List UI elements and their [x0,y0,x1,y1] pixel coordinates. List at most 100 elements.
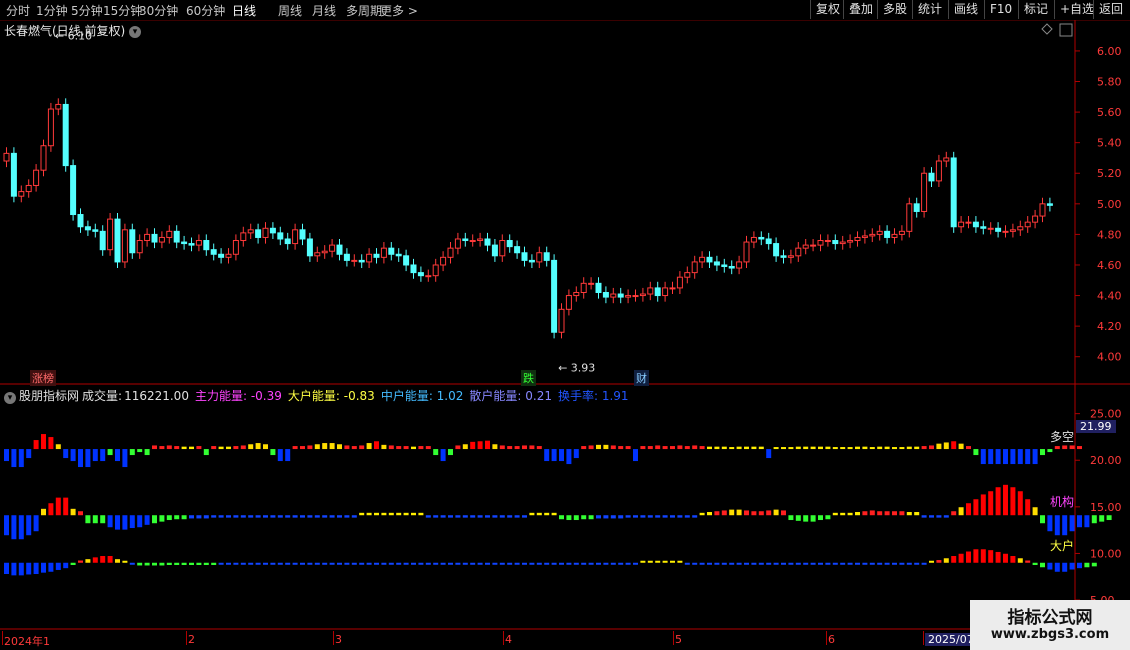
candle [447,247,454,258]
chevron-down-icon[interactable]: ▾ [4,392,16,404]
candle [25,184,32,193]
jigou-bar [536,512,542,516]
main-chart[interactable]: ← 6.10 ← 3.93 6.00 5.80 5.60 5.40 5.20 5.00 4.8… [0,20,1130,650]
jigou-bar [337,515,342,518]
toolbar-button-1[interactable]: 叠加 [843,0,878,19]
jigou-bar [26,515,32,536]
candle [965,221,972,224]
jigou-bar [692,515,698,518]
dahu-bar [729,562,735,565]
duokong-bar [1077,446,1082,450]
duokong-bar [63,449,69,459]
dahu-bar [226,562,231,565]
duokong-bar [677,445,683,450]
timeframe-tab-6[interactable]: 日线 [232,2,256,19]
jigou-bar [433,515,439,518]
candle [70,165,77,216]
jigou-bar [85,515,91,524]
toolbar-button-6[interactable]: 标记 [1018,0,1053,19]
candle [1017,226,1024,231]
toolbar-button-5[interactable]: F10 [984,0,1017,19]
timeframe-tab-8[interactable]: 月线 [312,2,336,19]
jigou-bar [847,512,853,516]
duokong-bar [721,446,727,450]
dahu-bar [914,562,920,565]
duokong-bar [766,449,772,459]
timeframe-tab-5[interactable]: 60分钟 [186,2,225,19]
dahu-bar [322,562,328,565]
toolbar-button-0[interactable]: 复权 [810,0,845,19]
candle [810,244,817,247]
event-zhangbang[interactable]: 涨榜 [30,370,56,386]
candle [787,255,794,258]
event-die[interactable]: 跌 [521,370,536,386]
dahu-bar [144,562,150,566]
candle [514,246,521,254]
duokong-bar [899,447,905,450]
timeframe-tab-0[interactable]: 分时 [6,2,30,19]
duokong-bar [499,445,505,450]
duokong-bar [692,445,698,450]
toolbar-button-2[interactable]: 多股 [877,0,912,19]
timeframe-tab-10[interactable]: 更多 > [380,2,418,19]
candle [662,287,669,297]
jigou-bar [4,515,9,536]
candle [114,218,121,263]
duokong-bar [758,446,764,450]
duokong-bar [618,446,624,450]
timeframe-tab-4[interactable]: 30分钟 [139,2,178,19]
dahu-bar [48,562,54,572]
duokong-bar [795,446,801,450]
toolbar-button-3[interactable]: 统计 [912,0,947,19]
timeframe-tab-9[interactable]: 多周期 [346,2,382,19]
toolbar-button-8[interactable]: 返回 [1093,0,1128,19]
big-energy: 大户能量: -0.83 [287,389,375,403]
jigou-bar [166,515,172,521]
duokong-bar [914,446,920,450]
duokong-bar [374,441,379,450]
candle [158,236,165,243]
timeframe-tab-7[interactable]: 周线 [278,2,302,19]
dahu-bar [536,562,542,565]
jigou-bar [440,515,446,518]
duokong-bar [485,440,490,450]
dahu-bar [41,562,46,573]
duokong-bar [270,449,276,456]
candle [462,238,469,242]
candle [292,229,299,245]
dahu-bar [936,560,942,563]
dahu-bar [263,562,268,565]
dahu-bar [255,562,261,565]
duokong-bar [966,446,971,450]
indicator-header: ▾ 股朋指标网 成交量: 116221.00 主力能量: -0.39 大户能量: -0.8… [4,387,635,404]
candle [284,238,291,245]
toolbar-button-4[interactable]: 画线 [948,0,983,19]
dahu-bar [884,562,890,565]
jigou-bar [662,515,668,518]
jigou-bar [240,515,246,518]
jigou-bar [455,515,461,518]
jigou-bar [877,511,883,516]
event-cai[interactable]: 财 [634,370,649,386]
dahu-bar [1003,553,1008,563]
timeframe-tab-2[interactable]: 5分钟 [71,2,103,19]
jigou-bar [892,511,897,516]
duokong-bar [825,446,831,450]
dahu-bar [11,562,17,576]
duokong-bar [936,443,942,450]
candle [477,238,484,242]
candle [1009,229,1016,232]
dahu-bar [751,562,757,565]
dahu-bar [403,562,409,565]
duokong-bar [425,446,431,450]
timeframe-tab-3[interactable]: 15分钟 [103,2,142,19]
indicator-tick: 25.00 [1090,408,1122,421]
candle [247,229,254,234]
jigou-bar [899,511,905,516]
candle [366,253,373,263]
dahu-bar [618,562,624,565]
dahu-bar [292,562,298,565]
dahu-bar [211,562,217,566]
dahu-bar [788,562,794,565]
timeframe-tab-1[interactable]: 1分钟 [36,2,68,19]
